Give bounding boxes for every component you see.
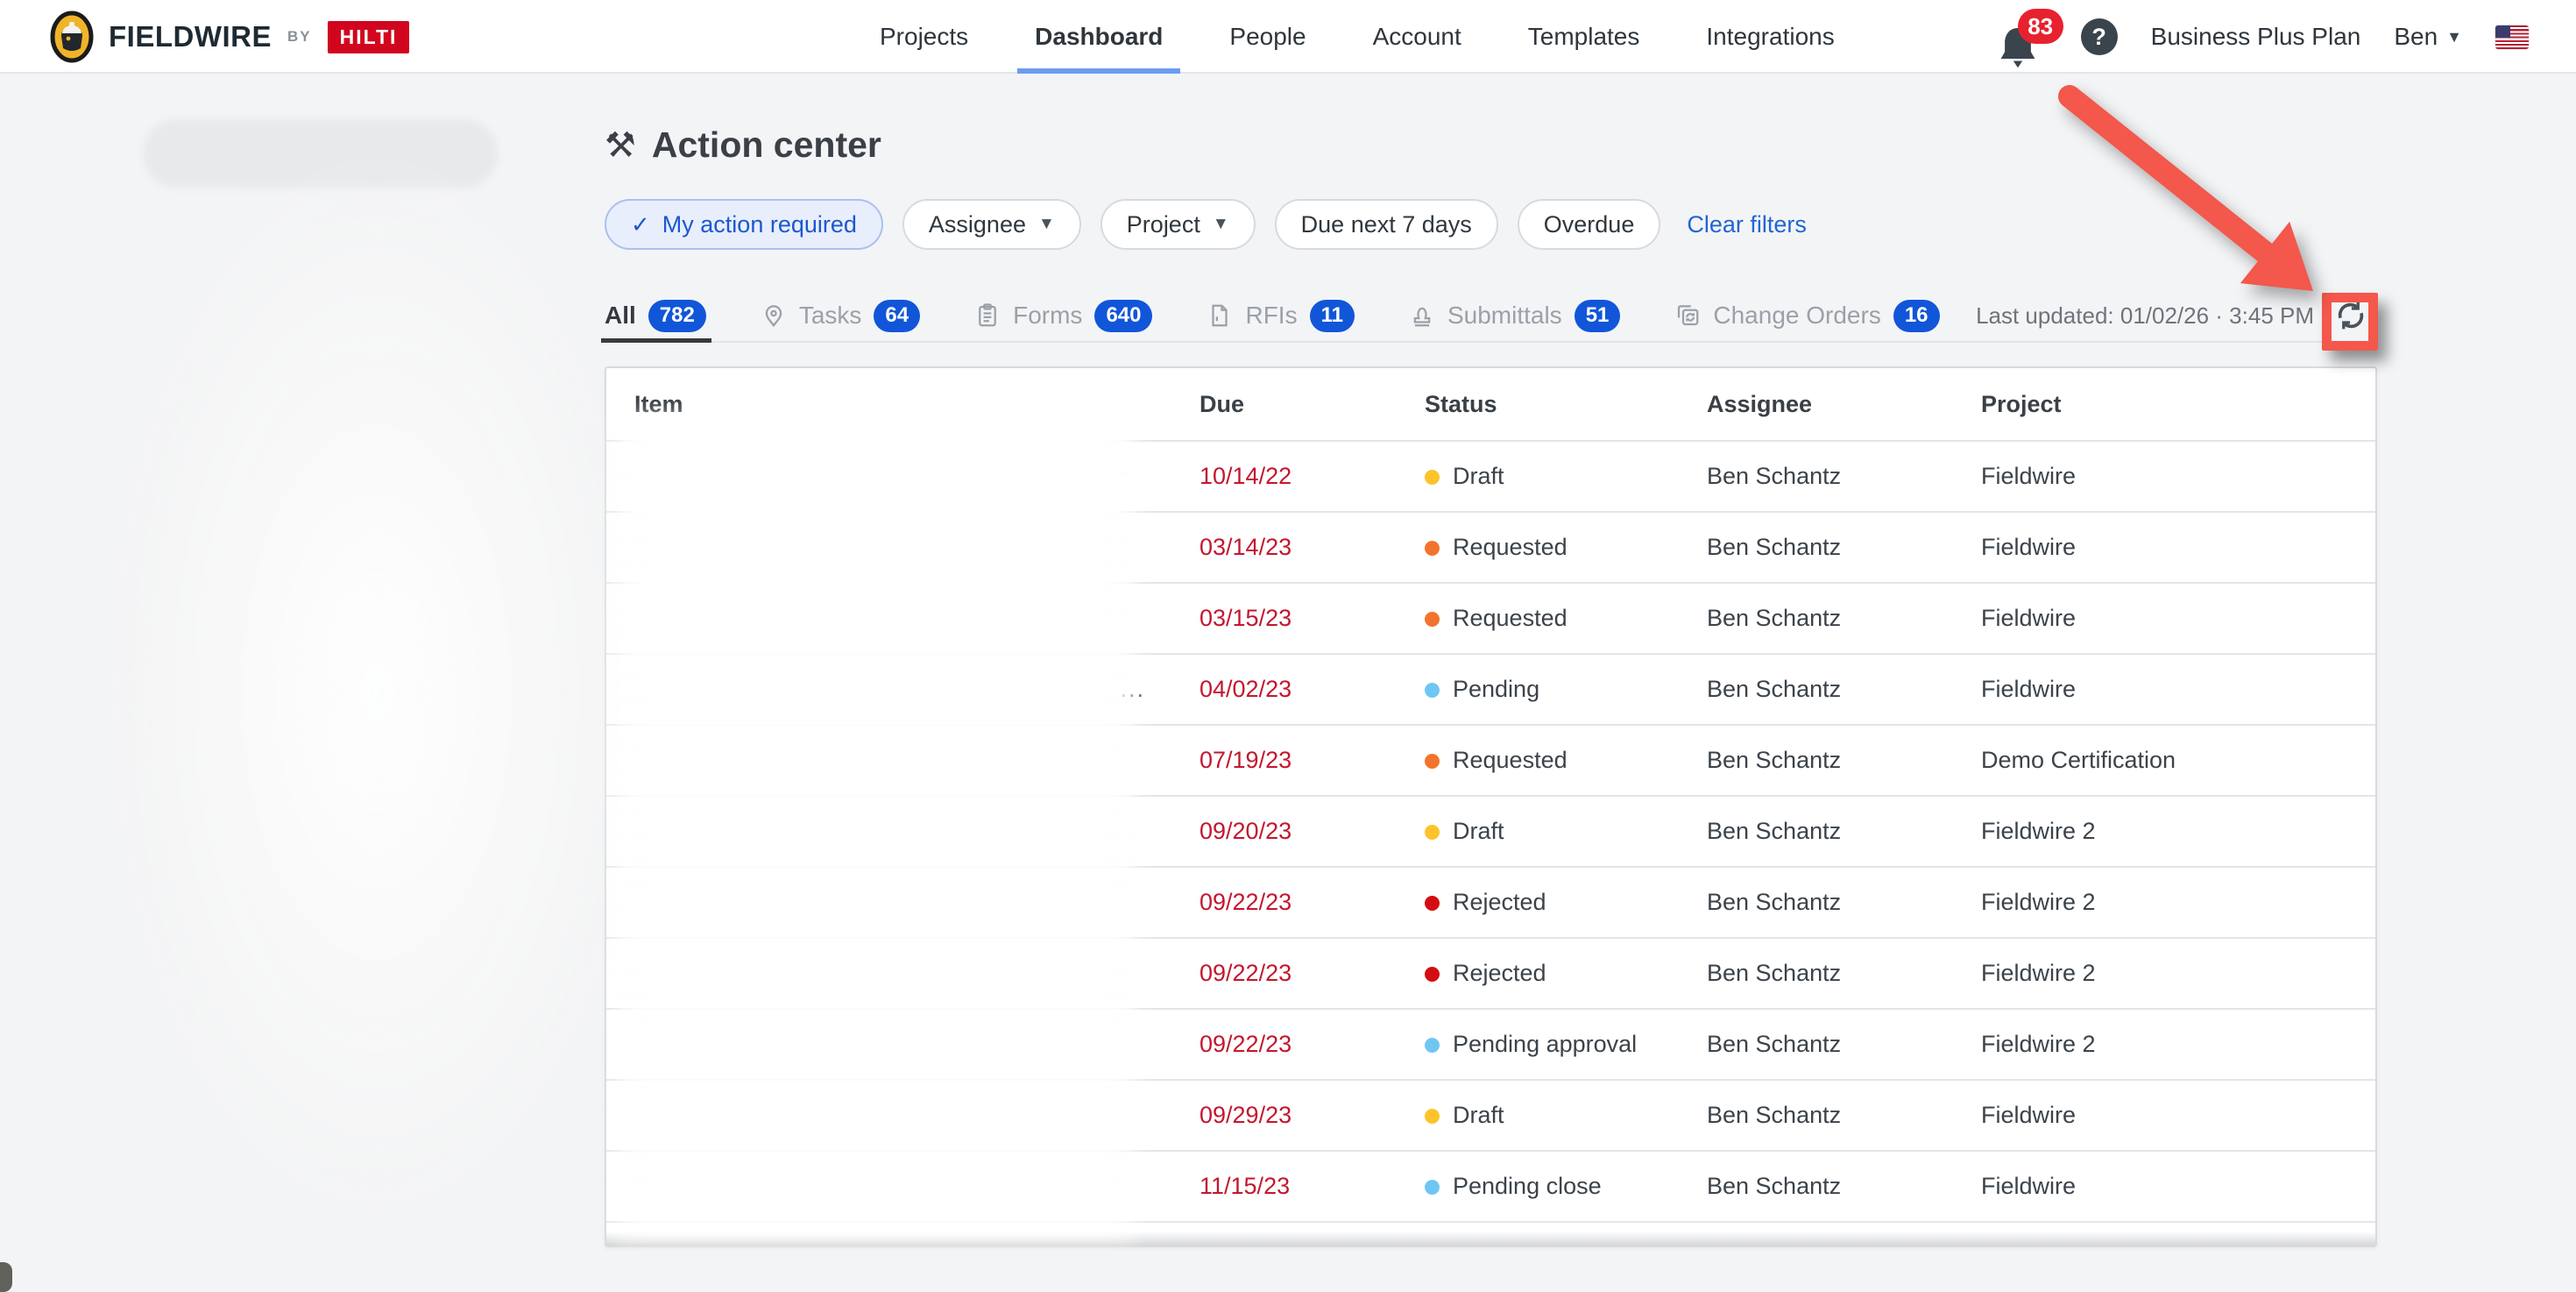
- refresh-button[interactable]: [2330, 295, 2372, 337]
- tab-change-orders[interactable]: Change Orders 16: [1674, 290, 1939, 341]
- tab-submittals[interactable]: Submittals 51: [1409, 290, 1620, 341]
- blurred-sidebar-region: [96, 140, 657, 1245]
- chevron-down-icon: ▼: [1213, 215, 1229, 234]
- language-flag-us[interactable]: [2495, 25, 2529, 49]
- status-dot: [1425, 754, 1440, 769]
- help-button[interactable]: ?: [2081, 18, 2118, 55]
- tab-all[interactable]: All 782: [605, 290, 706, 341]
- nav-people[interactable]: People: [1219, 0, 1316, 74]
- tab-change-orders-count: 16: [1893, 300, 1940, 332]
- brand[interactable]: FIELDWIRE BY HILTI: [49, 0, 409, 74]
- nav-templates[interactable]: Templates: [1518, 0, 1651, 74]
- table-row[interactable]: 09/22/23 Pending approval Ben Schantz Fi…: [606, 1009, 2375, 1080]
- nav-projects[interactable]: Projects: [869, 0, 979, 74]
- status-dot: [1425, 470, 1440, 485]
- chevron-down-icon: ▼: [2446, 28, 2462, 46]
- table-row[interactable]: 09/22/23 Rejected Ben Schantz Fieldwire …: [606, 867, 2375, 938]
- stamp-icon: [1409, 302, 1435, 329]
- status-dot: [1425, 1038, 1440, 1053]
- tab-all-count: 782: [648, 300, 706, 332]
- clipboard-icon: [974, 302, 1001, 329]
- cutoff-element: [0, 1262, 12, 1292]
- status-dot: [1425, 896, 1440, 911]
- tab-forms-count: 640: [1094, 300, 1152, 332]
- pin-icon: [761, 302, 787, 329]
- table-row[interactable]: 07/19/23 Requested Ben Schantz Demo Cert…: [606, 725, 2375, 796]
- table-row[interactable]: 10/14/22 Draft Ben Schantz Fieldwire: [606, 441, 2375, 512]
- topbar-right: 83 ? Business Plus Plan Ben ▼: [1999, 0, 2529, 74]
- clear-filters-link[interactable]: Clear filters: [1687, 211, 1807, 238]
- table-row[interactable]: 03/15/23 Requested Ben Schantz Fieldwire: [606, 583, 2375, 654]
- status-dot: [1425, 612, 1440, 627]
- brand-fieldwire: FIELDWIRE: [109, 20, 272, 53]
- filter-project[interactable]: Project ▼: [1100, 199, 1256, 250]
- tab-submittals-count: 51: [1575, 300, 1621, 332]
- page-title-text: Action center: [652, 124, 881, 166]
- refresh-icon: [2332, 296, 2370, 335]
- table-row[interactable]: 01/22/24 Open Ben Schantz Fieldwire 2: [606, 1222, 2375, 1247]
- action-center-icon: ⚒: [605, 125, 636, 166]
- status-dot: [1425, 825, 1440, 840]
- filter-assignee[interactable]: Assignee ▼: [902, 199, 1081, 250]
- tabs: All 782 Tasks 64: [605, 290, 1940, 341]
- status-dot: [1425, 541, 1440, 556]
- nav-dashboard[interactable]: Dashboard: [1024, 0, 1173, 74]
- col-project: Project: [1953, 368, 2375, 441]
- col-item: Item: [606, 368, 1171, 441]
- hilti-logo: HILTI: [328, 21, 410, 53]
- col-assignee: Assignee: [1679, 368, 1953, 441]
- col-status: Status: [1397, 368, 1679, 441]
- nav-integrations[interactable]: Integrations: [1695, 0, 1844, 74]
- fieldwire-logo-icon: [49, 10, 95, 64]
- action-items-table: Item Due Status Assignee Project 10/14/2…: [605, 366, 2377, 1247]
- notifications-button[interactable]: 83: [1999, 11, 2048, 63]
- main-content: ⚒ Action center ✓ My action required Ass…: [605, 74, 2377, 1247]
- table-row[interactable]: 09/29/23 Draft Ben Schantz Fieldwire: [606, 1080, 2375, 1151]
- tab-forms[interactable]: Forms 640: [974, 290, 1152, 341]
- status-dot: [1425, 1109, 1440, 1124]
- copy-sync-icon: [1674, 302, 1701, 329]
- filter-bar: ✓ My action required Assignee ▼ Project …: [605, 199, 2377, 250]
- table-header-row: Item Due Status Assignee Project: [606, 368, 2375, 441]
- status-dot: [1425, 683, 1440, 698]
- notification-count-badge: 83: [2018, 9, 2063, 44]
- tab-rfis-count: 11: [1310, 300, 1355, 332]
- tab-tasks[interactable]: Tasks 64: [761, 290, 920, 341]
- table-row[interactable]: 03/14/23 Requested Ben Schantz Fieldwire: [606, 512, 2375, 583]
- chevron-down-icon: ▼: [1038, 215, 1055, 234]
- filter-due-next-7-days[interactable]: Due next 7 days: [1275, 199, 1498, 250]
- filter-overdue[interactable]: Overdue: [1518, 199, 1661, 250]
- col-due: Due: [1171, 368, 1397, 441]
- tab-tasks-count: 64: [874, 300, 920, 332]
- tab-rfis[interactable]: RFIs 11: [1207, 290, 1354, 341]
- filter-my-action-required[interactable]: ✓ My action required: [605, 199, 883, 250]
- tabs-right: Last updated: 01/02/26 · 3:45 PM: [1976, 295, 2377, 337]
- table-row[interactable]: ... 04/02/23 Pending Ben Schantz Fieldwi…: [606, 654, 2375, 725]
- brand-by: BY: [287, 28, 312, 46]
- nav-account[interactable]: Account: [1362, 0, 1472, 74]
- tabs-row: All 782 Tasks 64: [605, 290, 2377, 343]
- blurred-pill-region: [143, 119, 498, 188]
- user-name: Ben: [2394, 23, 2438, 51]
- main-nav: Projects Dashboard People Account Templa…: [869, 0, 1845, 74]
- topbar: FIELDWIRE BY HILTI Projects Dashboard Pe…: [0, 0, 2576, 74]
- plan-label: Business Plus Plan: [2151, 23, 2361, 51]
- document-icon: [1207, 302, 1233, 329]
- check-icon: ✓: [631, 211, 650, 238]
- last-updated-text: Last updated: 01/02/26 · 3:45 PM: [1976, 302, 2314, 330]
- table-row[interactable]: 09/20/23 Draft Ben Schantz Fieldwire 2: [606, 796, 2375, 867]
- status-dot: [1425, 1180, 1440, 1195]
- status-dot: [1425, 967, 1440, 982]
- page-title: ⚒ Action center: [605, 124, 2377, 166]
- table-row[interactable]: 09/22/23 Rejected Ben Schantz Fieldwire …: [606, 938, 2375, 1009]
- table-row[interactable]: 11/15/23 Pending close Ben Schantz Field…: [606, 1151, 2375, 1222]
- user-menu[interactable]: Ben ▼: [2394, 23, 2462, 51]
